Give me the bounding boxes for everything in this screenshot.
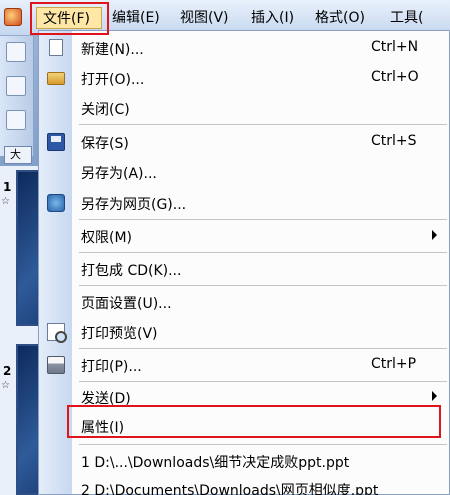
menu-item-print-preview[interactable]: 打印预览(V) bbox=[39, 317, 450, 347]
menu-item-recent-file[interactable]: 2 D:\Documents\Downloads\网页相似度.ppt bbox=[39, 474, 450, 495]
submenu-arrow-icon bbox=[432, 230, 437, 240]
menu-insert[interactable]: 插入(I) bbox=[245, 7, 300, 29]
menu-item-label: 2 D:\Documents\Downloads\网页相似度.ppt bbox=[81, 483, 379, 495]
outline-tab[interactable]: 大 bbox=[4, 146, 32, 164]
slide-number: 1 bbox=[3, 180, 12, 194]
menu-item-page-setup[interactable]: 页面设置(U)... bbox=[39, 287, 450, 317]
menu-item-print[interactable]: 打印(P)... Ctrl+P bbox=[39, 350, 450, 380]
new-document-icon bbox=[49, 39, 63, 56]
printer-icon bbox=[47, 356, 65, 374]
menu-item-shortcut: Ctrl+P bbox=[371, 356, 417, 372]
menu-item-label: 1 D:\...\Downloads\细节决定成败ppt.ppt bbox=[81, 455, 350, 471]
menu-item-close[interactable]: 关闭(C) bbox=[39, 93, 450, 123]
menu-edit[interactable]: 编辑(E) bbox=[106, 7, 166, 29]
menu-separator bbox=[79, 444, 447, 445]
menu-item-shortcut: Ctrl+O bbox=[371, 69, 419, 85]
slide-number: 2 bbox=[3, 364, 12, 378]
new-slide-tool-icon[interactable] bbox=[6, 42, 26, 62]
menu-separator bbox=[79, 219, 447, 220]
menu-separator bbox=[79, 285, 447, 286]
menu-item-label: 另存为(A)... bbox=[81, 166, 157, 182]
menu-item-label: 新建(N)... bbox=[81, 42, 144, 58]
menu-item-properties[interactable]: 属性(I) bbox=[39, 411, 450, 441]
menu-item-save[interactable]: 保存(S) Ctrl+S bbox=[39, 127, 450, 157]
menu-separator bbox=[79, 348, 447, 349]
menu-item-shortcut: Ctrl+S bbox=[371, 133, 417, 149]
menu-item-label: 保存(S) bbox=[81, 136, 129, 152]
menu-item-new[interactable]: 新建(N)... Ctrl+N bbox=[39, 33, 450, 63]
menu-tools[interactable]: 工具( bbox=[384, 7, 429, 29]
menu-item-recent-file[interactable]: 1 D:\...\Downloads\细节决定成败ppt.ppt bbox=[39, 446, 450, 476]
file-menu-dropdown: 新建(N)... Ctrl+N 打开(O)... Ctrl+O 关闭(C) 保存… bbox=[38, 30, 450, 495]
menu-item-label: 关闭(C) bbox=[81, 102, 130, 118]
save-disk-icon bbox=[47, 133, 65, 151]
menu-item-label: 打印(P)... bbox=[81, 359, 142, 375]
menu-item-open[interactable]: 打开(O)... Ctrl+O bbox=[39, 63, 450, 93]
menu-item-shortcut: Ctrl+N bbox=[371, 39, 419, 55]
menu-item-save-as-web[interactable]: 另存为网页(G)... bbox=[39, 188, 450, 218]
menu-item-permission[interactable]: 权限(M) bbox=[39, 221, 450, 251]
menu-item-label: 权限(M) bbox=[81, 230, 133, 246]
menu-item-label: 打包成 CD(K)... bbox=[81, 263, 182, 279]
menu-format[interactable]: 格式(O) bbox=[309, 7, 371, 29]
submenu-arrow-icon bbox=[432, 391, 437, 401]
menu-view[interactable]: 视图(V) bbox=[174, 7, 235, 29]
slide-marker-icon: ☆ bbox=[1, 380, 10, 391]
menu-item-label: 打开(O)... bbox=[81, 72, 145, 88]
menu-separator bbox=[79, 252, 447, 253]
powerpoint-app-icon[interactable] bbox=[4, 8, 22, 26]
menu-item-send[interactable]: 发送(D) bbox=[39, 382, 450, 412]
menu-item-label: 发送(D) bbox=[81, 391, 131, 407]
menu-item-label: 另存为网页(G)... bbox=[81, 197, 187, 213]
menu-item-label: 打印预览(V) bbox=[81, 326, 158, 342]
open-folder-icon bbox=[47, 72, 65, 85]
left-toolbar bbox=[0, 36, 34, 156]
web-page-icon bbox=[47, 194, 65, 212]
menu-item-package-cd[interactable]: 打包成 CD(K)... bbox=[39, 254, 450, 284]
slide-marker-icon: ☆ bbox=[1, 196, 10, 207]
menu-item-label: 页面设置(U)... bbox=[81, 296, 172, 312]
menu-file[interactable]: 文件(F) bbox=[36, 7, 102, 29]
menu-separator bbox=[79, 124, 447, 125]
menu-item-label: 属性(I) bbox=[81, 420, 125, 436]
tool-icon[interactable] bbox=[6, 110, 26, 130]
menu-item-save-as[interactable]: 另存为(A)... bbox=[39, 157, 450, 187]
print-preview-icon bbox=[47, 323, 67, 343]
pdf-tool-icon[interactable] bbox=[6, 76, 26, 96]
